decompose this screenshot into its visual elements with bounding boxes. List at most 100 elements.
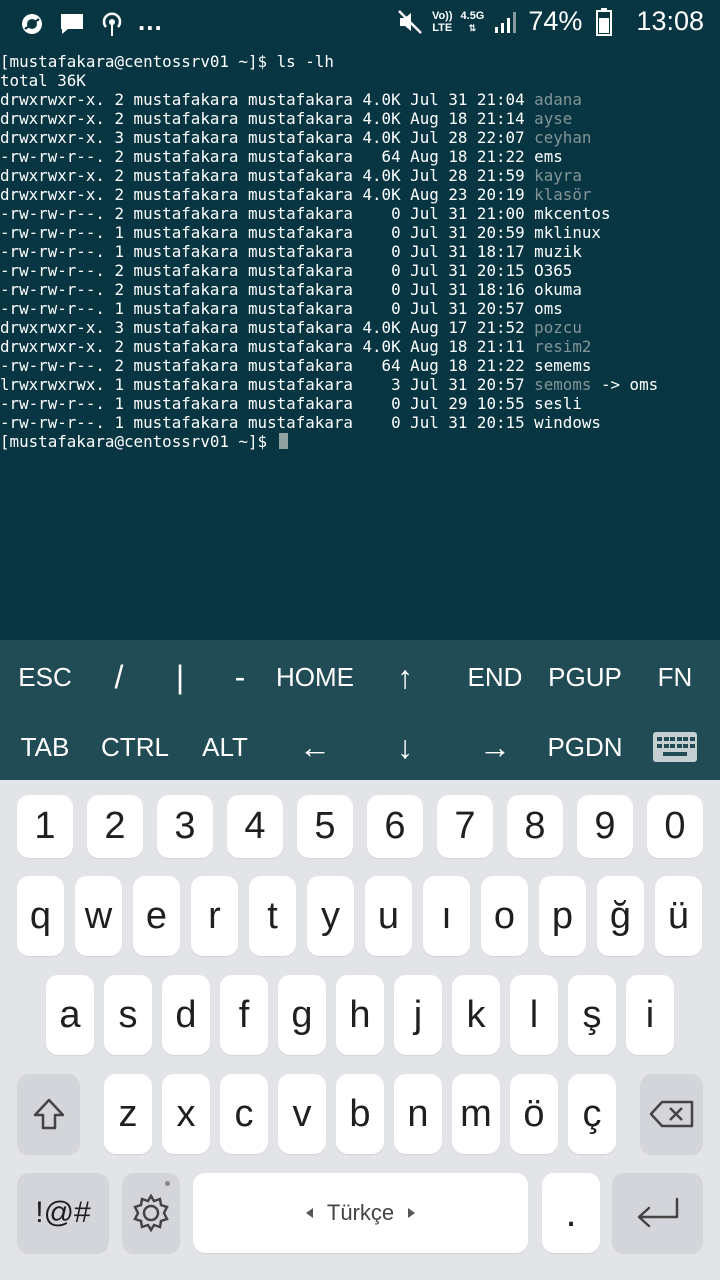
key-letter[interactable]: p [539, 876, 586, 956]
extra-key[interactable]: | [150, 642, 210, 712]
key-letter[interactable]: s [104, 975, 152, 1055]
file-name: semoms [534, 375, 592, 394]
battery-icon [590, 7, 618, 36]
key-letter[interactable]: o [481, 876, 528, 956]
key-letter[interactable]: b [336, 1074, 384, 1154]
key-letter[interactable]: d [162, 975, 210, 1055]
extra-key[interactable]: ↓ [365, 712, 445, 782]
period-key[interactable]: . [542, 1173, 600, 1253]
extra-key[interactable]: PGUP [540, 642, 630, 712]
file-name: oms [534, 299, 563, 318]
keyboard-toggle-button[interactable] [645, 712, 705, 782]
extra-key[interactable]: HOME [265, 642, 365, 712]
key-digit[interactable]: 9 [577, 795, 633, 858]
file-metadata: -rw-rw-r--. 2 mustafakara mustafakara 64… [0, 147, 535, 166]
extra-key[interactable]: ESC [5, 642, 85, 712]
file-metadata: drwxrwxr-x. 2 mustafakara mustafakara 4.… [0, 90, 535, 109]
key-letter[interactable]: u [365, 876, 412, 956]
right-arrow-icon [408, 1208, 416, 1218]
extra-key[interactable]: CTRL [90, 712, 180, 782]
file-metadata: -rw-rw-r--. 1 mustafakara mustafakara 0 … [0, 242, 535, 261]
extra-key[interactable]: ↑ [365, 642, 445, 712]
key-letter[interactable]: t [249, 876, 296, 956]
file-name: pozcu [534, 318, 582, 337]
file-name: semems [534, 356, 592, 375]
key-digit[interactable]: 0 [647, 795, 703, 858]
key-digit[interactable]: 5 [297, 795, 353, 858]
key-letter[interactable]: l [510, 975, 558, 1055]
key-letter[interactable]: a [46, 975, 94, 1055]
extra-key[interactable]: PGDN [535, 712, 635, 782]
key-letter[interactable]: ş [568, 975, 616, 1055]
extra-key[interactable]: / [89, 642, 149, 712]
key-letter[interactable]: w [75, 876, 122, 956]
extra-key[interactable]: TAB [5, 712, 85, 782]
extra-key[interactable]: ALT [185, 712, 265, 782]
key-letter[interactable]: c [220, 1074, 268, 1154]
key-letter[interactable]: h [336, 975, 384, 1055]
listing-row: -rw-rw-r--. 1 mustafakara mustafakara 0 … [0, 413, 720, 432]
mute-icon [396, 8, 424, 36]
key-letter[interactable]: ı [423, 876, 470, 956]
key-letter[interactable]: n [394, 1074, 442, 1154]
key-digit[interactable]: 6 [367, 795, 423, 858]
terminal-cursor [278, 433, 288, 449]
network-type: 4.5G ⇅ [460, 9, 485, 33]
key-letter[interactable]: g [278, 975, 326, 1055]
extra-key[interactable]: ← [275, 712, 355, 782]
settings-gear-icon [133, 1193, 169, 1233]
file-metadata: drwxrwxr-x. 2 mustafakara mustafakara 4.… [0, 109, 535, 128]
file-name: kayra [534, 166, 582, 185]
key-letter[interactable]: k [452, 975, 500, 1055]
file-metadata: -rw-rw-r--. 2 mustafakara mustafakara 64… [0, 356, 535, 375]
key-letter[interactable]: m [452, 1074, 500, 1154]
space-key[interactable]: Türkçe [193, 1173, 528, 1253]
listing-row: -rw-rw-r--. 2 mustafakara mustafakara 0 … [0, 204, 720, 223]
active-prompt-line[interactable]: [mustafakara@centossrv01 ~]$ [0, 432, 720, 451]
key-letter[interactable]: i [626, 975, 674, 1055]
key-digit[interactable]: 4 [227, 795, 283, 858]
enter-key[interactable] [612, 1173, 703, 1253]
key-letter[interactable]: ç [568, 1074, 616, 1154]
keyboard-icon [653, 732, 697, 762]
key-letter[interactable]: ü [655, 876, 702, 956]
key-letter[interactable]: y [307, 876, 354, 956]
key-digit[interactable]: 8 [507, 795, 563, 858]
extra-key[interactable]: END [450, 642, 540, 712]
key-letter[interactable]: e [133, 876, 180, 956]
extra-key[interactable]: → [455, 712, 535, 782]
file-metadata: drwxrwxr-x. 2 mustafakara mustafakara 4.… [0, 166, 535, 185]
key-letter[interactable]: v [278, 1074, 326, 1154]
key-digit[interactable]: 1 [17, 795, 73, 858]
prompt: [mustafakara@centossrv01 ~]$ [0, 52, 277, 71]
key-digit[interactable]: 3 [157, 795, 213, 858]
key-letter[interactable]: z [104, 1074, 152, 1154]
settings-key[interactable] [122, 1173, 180, 1253]
terminal-output[interactable]: [mustafakara@centossrv01 ~]$ ls -lh tota… [0, 52, 720, 640]
clock: 13:08 [636, 6, 704, 36]
shift-key[interactable] [17, 1074, 80, 1154]
key-letter[interactable]: f [220, 975, 268, 1055]
more-notifications: ... [138, 5, 163, 36]
key-digit[interactable]: 2 [87, 795, 143, 858]
extra-key[interactable]: - [210, 642, 270, 712]
key-letter[interactable]: ö [510, 1074, 558, 1154]
key-letter[interactable]: x [162, 1074, 210, 1154]
listing-row: drwxrwxr-x. 2 mustafakara mustafakara 4.… [0, 166, 720, 185]
key-letter[interactable]: ğ [597, 876, 644, 956]
key-letter[interactable]: q [17, 876, 64, 956]
file-name: muzik [534, 242, 582, 261]
file-name: windows [534, 413, 601, 432]
symbols-key[interactable]: !@# [17, 1173, 109, 1253]
file-metadata: drwxrwxr-x. 3 mustafakara mustafakara 4.… [0, 318, 535, 337]
key-letter[interactable]: j [394, 975, 442, 1055]
listing-row: -rw-rw-r--. 1 mustafakara mustafakara 0 … [0, 242, 720, 261]
backspace-key[interactable] [640, 1074, 703, 1154]
key-letter[interactable]: r [191, 876, 238, 956]
key-digit[interactable]: 7 [437, 795, 493, 858]
opera-icon [18, 10, 46, 38]
enter-icon [637, 1197, 678, 1228]
extra-key[interactable]: FN [645, 642, 705, 712]
file-name: resim2 [534, 337, 592, 356]
prompt: [mustafakara@centossrv01 ~]$ [0, 432, 277, 451]
